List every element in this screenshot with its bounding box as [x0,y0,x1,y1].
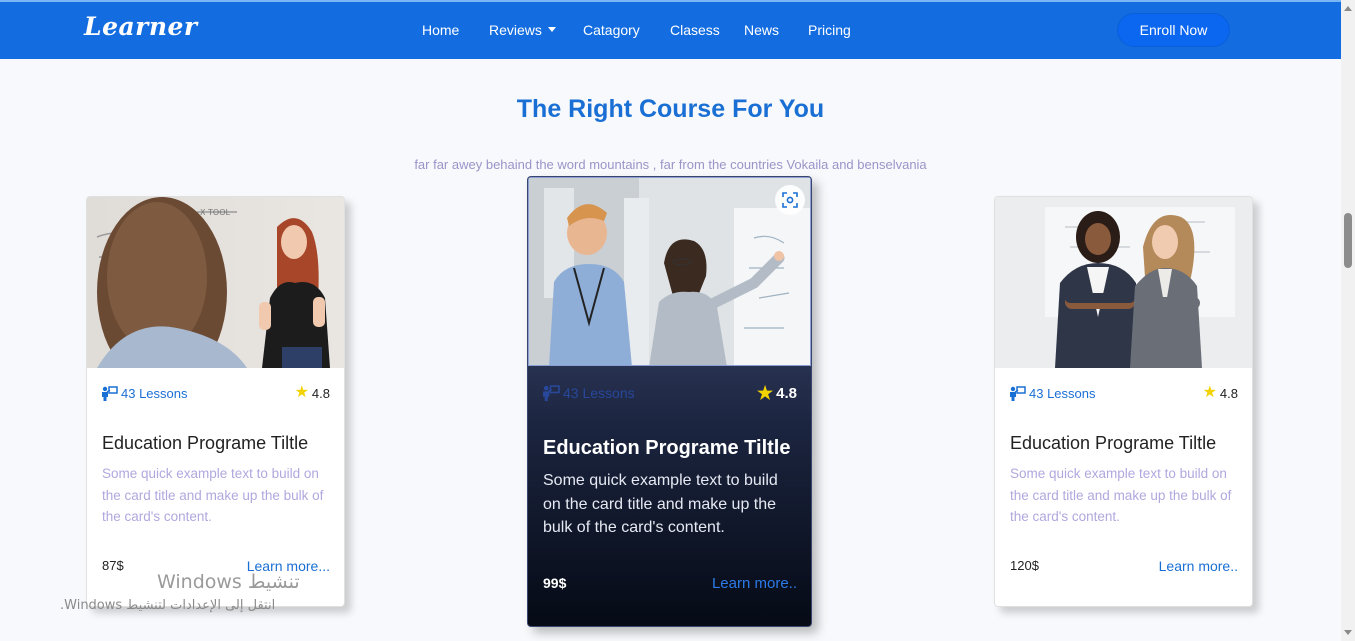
lessons-count: 43 Lessons [101,385,188,401]
rating-value: 4.8 [1219,385,1238,401]
card-meta: 43 Lessons ★ 4.8 [101,385,330,401]
teacher-board-icon [543,385,560,401]
rating-value: 4.8 [311,385,330,401]
lessons-label: 43 Lessons [563,385,635,401]
scroll-down-arrow-icon[interactable] [1344,630,1352,635]
rating-value: 4.8 [776,384,797,402]
card-text: Some quick example text to build on the … [102,466,324,524]
lessons-label: 43 Lessons [1029,385,1096,401]
navbar: Learner Home Reviews Catagory Clasess Ne… [0,0,1341,59]
card-title: Education Programe Tiltle [1010,433,1217,453]
nav-reviews[interactable]: Reviews [489,22,556,38]
enroll-now-button[interactable]: Enroll Now [1117,13,1230,47]
section-subtitle: far far awey behaind the word mountains … [414,157,927,172]
scroll-up-arrow-icon[interactable] [1344,6,1352,11]
card-price: 99$ [543,575,567,591]
teacher-board-icon [1010,385,1026,401]
rating: ★ 4.8 [757,384,797,402]
course-image-two-women-arms-crossed [995,197,1252,368]
star-icon: ★ [1202,384,1217,401]
star-icon: ★ [757,383,774,403]
card-price: 87$ [102,558,124,573]
brand-logo[interactable]: Learner [84,12,198,41]
course-card-1[interactable]: X TOOL 43 Lessons ★ 4.8 Education Progra… [86,196,345,607]
teacher-board-icon [102,385,118,401]
nav-catagory[interactable]: Catagory [583,22,640,38]
card-text: Some quick example text to build on the … [1010,466,1232,524]
section-title: The Right Course For You [516,95,825,123]
star-icon: ★ [294,384,309,401]
lessons-label: 43 Lessons [121,385,188,401]
card-title: Education Programe Tiltle [543,437,791,459]
chevron-down-icon [547,27,556,32]
scrollbar-thumb[interactable] [1344,213,1352,268]
card-price: 120$ [1010,558,1039,573]
learn-more-link[interactable]: Learn more.. [712,575,797,592]
nav-reviews-label: Reviews [489,22,542,38]
rating: ★ 4.8 [1203,385,1238,401]
course-card-3[interactable]: 43 Lessons ★ 4.8 Education Programe Tilt… [994,196,1253,607]
card-meta: 43 Lessons ★ 4.8 [1009,385,1238,401]
svg-text:X TOOL: X TOOL [200,208,231,217]
lessons-count: 43 Lessons [542,384,635,402]
nav-news[interactable]: News [744,22,779,38]
lessons-count: 43 Lessons [1009,385,1096,401]
course-image-woman-at-whiteboard: X TOOL [87,197,344,368]
nav-pricing[interactable]: Pricing [808,22,851,38]
watermark-title: تنشيط Windows [157,571,300,593]
watermark-subtitle: انتقل إلى الإعدادات لتنشيط Windows. [60,598,276,613]
card-meta: 43 Lessons ★ 4.8 [542,384,797,402]
card-text: Some quick example text to build on the … [543,472,778,536]
nav-home[interactable]: Home [422,22,459,38]
visual-search-icon[interactable] [775,185,805,215]
rating: ★ 4.8 [295,385,330,401]
nav-clasess[interactable]: Clasess [670,22,720,38]
page-scrollbar[interactable] [1341,0,1355,641]
course-image-man-and-woman-at-whiteboard [528,177,811,366]
learn-more-link[interactable]: Learn more.. [1159,558,1238,574]
card-title: Education Programe Tiltle [102,433,309,453]
course-card-2[interactable]: 43 Lessons ★ 4.8 Education Programe Tilt… [527,176,812,627]
